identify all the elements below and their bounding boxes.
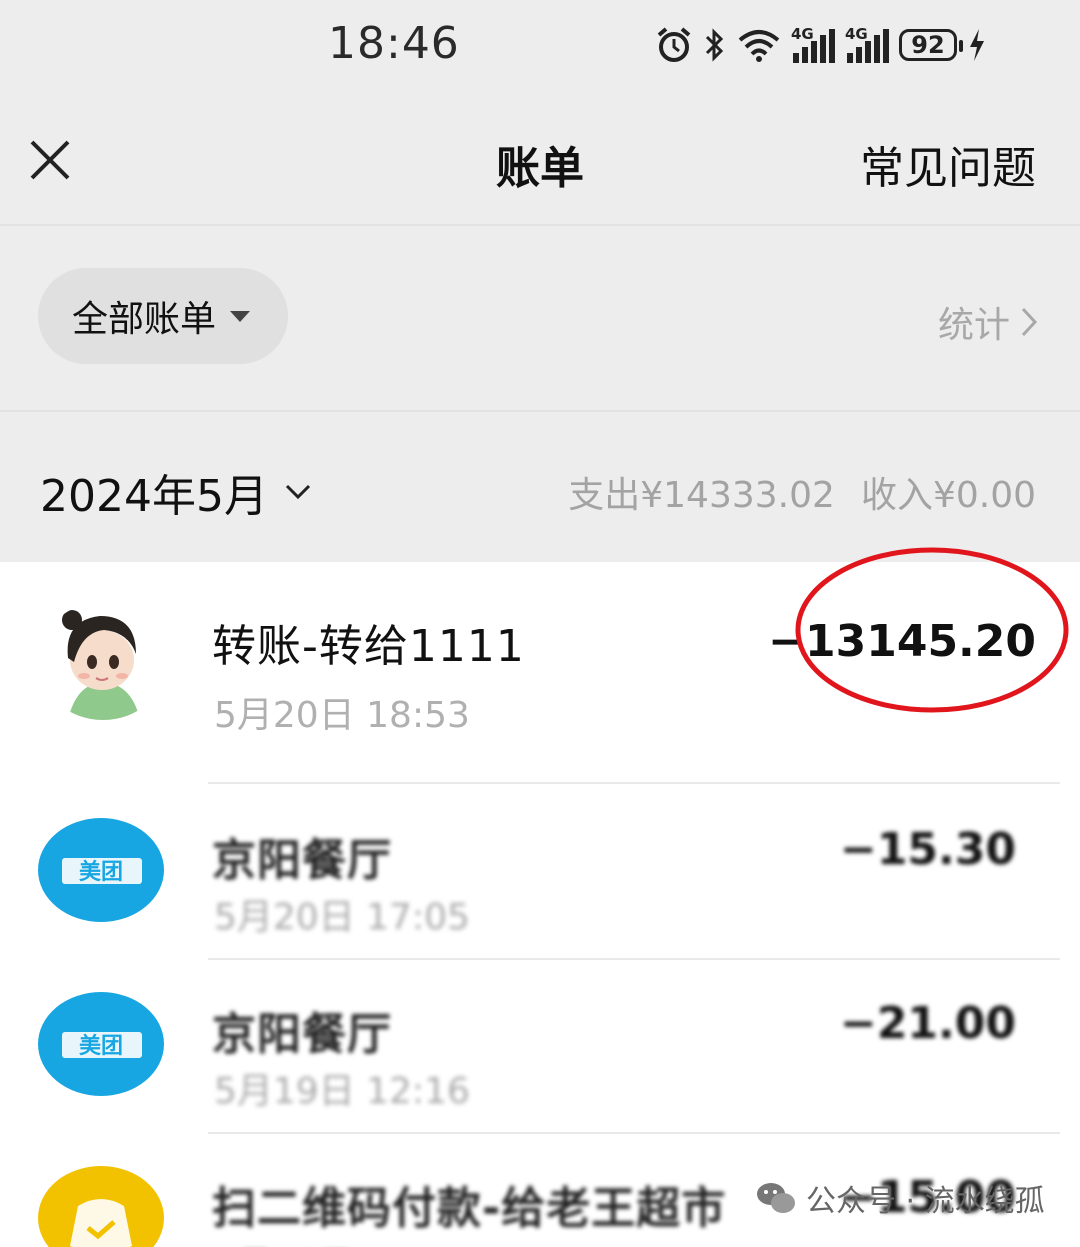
expense-total: 支出¥14333.02 [568, 475, 835, 516]
status-time: 18:46 [328, 18, 460, 69]
transaction-time: 5月19日 11:11 [214, 1236, 470, 1247]
svg-text:美团: 美团 [79, 859, 123, 885]
month-header: 2024年5月 支出¥14333.02 收入¥0.00 [0, 412, 1080, 562]
money-bag-icon [70, 1199, 132, 1247]
bill-type-label: 全部账单 [72, 299, 217, 340]
signal-icon: 4G [845, 25, 889, 63]
svg-text:美团: 美团 [79, 1033, 123, 1059]
transaction-time: 5月20日 18:53 [214, 695, 470, 736]
transaction-title: 京阳餐厅 [212, 1009, 392, 1060]
meituan-logo: 美团 [62, 858, 142, 885]
transaction-list: 转账-转给1111 5月20日 18:53 −13145.20 美团 京阳餐厅 … [0, 562, 1080, 1247]
caret-down-icon [230, 310, 251, 322]
faq-button[interactable]: 常见问题 [860, 132, 1036, 196]
transaction-amount: −13145.20 [768, 616, 1036, 667]
statistics-label: 统计 [937, 305, 1010, 346]
alarm-icon [657, 27, 691, 62]
status-icons: 4G 4G 92 [655, 22, 997, 68]
transaction-row[interactable]: 美团 京阳餐厅 5月20日 17:05 −15.30 [0, 784, 1080, 960]
bill-type-dropdown[interactable]: 全部账单 [38, 268, 288, 364]
wifi-icon [738, 30, 780, 62]
meituan-logo: 美团 [62, 1032, 142, 1059]
filter-row: 全部账单 统计 [0, 226, 1080, 412]
month-selector[interactable]: 2024年5月 [40, 460, 312, 524]
nav-bar: 账单 常见问题 [0, 90, 1080, 226]
battery-icon: 92 [899, 29, 963, 61]
watermark-text: 公众号 · 流水绕孤 [806, 1184, 1045, 1219]
statistics-link[interactable]: 统计 [938, 296, 1038, 348]
chevron-right-icon [1021, 307, 1038, 337]
meituan-icon: 美团 [38, 818, 164, 922]
transaction-title: 扫二维码付款-给老王超市 [212, 1183, 727, 1234]
month-label: 2024年5月 [40, 471, 268, 522]
merchant-icon [38, 1166, 164, 1247]
avatar-illustration [38, 602, 168, 720]
network-type: 4G [791, 25, 814, 43]
transaction-title: 京阳餐厅 [212, 835, 392, 886]
wechat-icon [757, 1183, 795, 1213]
meituan-icon: 美团 [38, 992, 164, 1096]
transaction-amount: −15.30 [839, 824, 1016, 875]
network-type: 4G [845, 25, 868, 43]
transaction-time: 5月19日 12:16 [214, 1071, 470, 1112]
status-bar: 18:46 4G 4G 92 [0, 0, 1080, 90]
transaction-row[interactable]: 转账-转给1111 5月20日 18:53 −13145.20 [0, 562, 1080, 738]
signal-icon: 4G [791, 25, 835, 63]
transaction-row[interactable]: 美团 京阳餐厅 5月19日 12:16 −21.00 [0, 958, 1080, 1134]
transaction-amount: −21.00 [839, 998, 1016, 1049]
watermark: 公众号 · 流水绕孤 [756, 1176, 1045, 1220]
month-summary: 支出¥14333.02 收入¥0.00 [568, 466, 1036, 518]
charging-icon [970, 29, 984, 61]
income-total: 收入¥0.00 [860, 475, 1036, 516]
transaction-title: 转账-转给1111 [212, 621, 525, 672]
user-avatar [38, 602, 168, 720]
transaction-time: 5月20日 17:05 [214, 897, 470, 938]
chevron-down-icon [285, 484, 311, 500]
bluetooth-icon [705, 28, 724, 62]
